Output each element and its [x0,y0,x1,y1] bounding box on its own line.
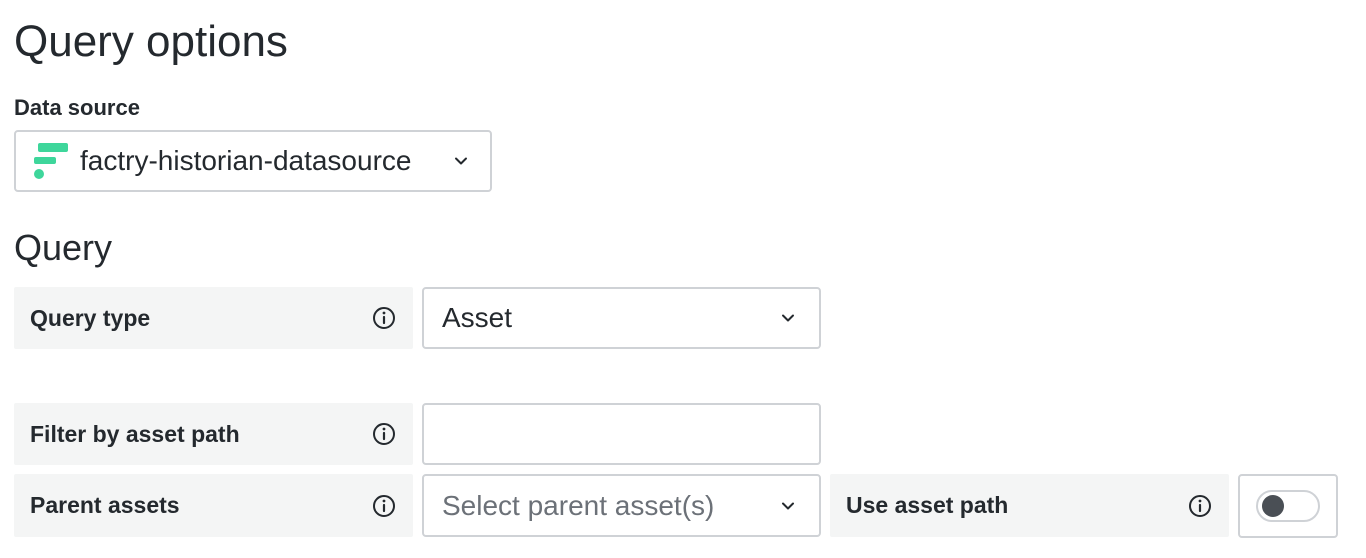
page-title: Query options [14,17,288,66]
data-source-label: Data source [14,95,140,120]
toggle-knob [1262,495,1284,517]
data-source-select[interactable]: factry-historian-datasource [14,130,492,192]
parent-assets-select[interactable]: Select parent asset(s) [422,474,821,537]
chevron-down-icon [455,157,467,165]
query-type-value: Asset [442,302,513,333]
info-circle-icon[interactable] [371,493,397,519]
filter-asset-path-input[interactable] [442,404,809,464]
use-asset-path-label: Use asset path [846,492,1009,518]
info-circle-icon[interactable] [371,305,397,331]
info-circle-icon[interactable] [371,421,397,447]
use-asset-path-toggle[interactable] [1256,490,1320,522]
chevron-down-icon [782,502,794,509]
filter-asset-path-label-box: Filter by asset path [14,403,413,465]
query-heading: Query [14,227,113,268]
query-type-label: Query type [30,304,151,331]
query-type-label-box: Query type [14,287,413,349]
info-circle-icon[interactable] [1187,493,1213,519]
data-source-value: factry-historian-datasource [80,145,412,176]
parent-assets-label: Parent assets [30,492,180,518]
filter-asset-path-field[interactable] [422,403,821,465]
parent-assets-label-box: Parent assets [14,474,413,537]
query-type-select[interactable]: Asset [422,287,821,349]
chevron-down-icon [782,314,794,322]
filter-asset-path-label: Filter by asset path [30,420,240,447]
parent-assets-placeholder: Select parent asset(s) [442,489,715,521]
factry-logo-icon [34,141,68,181]
use-asset-path-toggle-box [1238,474,1338,538]
use-asset-path-label-box: Use asset path [830,474,1229,537]
